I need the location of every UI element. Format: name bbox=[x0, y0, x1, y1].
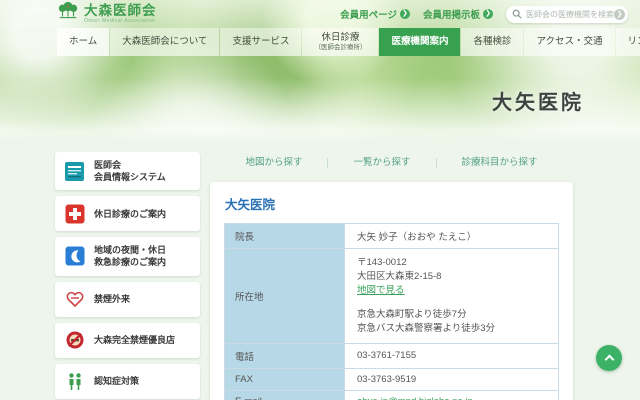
clinic-info-table: 院長 大矢 妙子（おおや たえこ） 所在地 〒143-0012 大田区大森東2-… bbox=[224, 223, 559, 400]
table-row-director: 院長 大矢 妙子（おおや たえこ） bbox=[224, 223, 559, 249]
tab-search-by-map[interactable]: 地図から探す bbox=[220, 158, 327, 168]
sidebar-item-no-smoking-shop[interactable]: 大森完全禁煙優良店 bbox=[55, 322, 200, 358]
nav-label: アクセス・交通 bbox=[536, 35, 603, 47]
nav-label: 各種検診 bbox=[473, 35, 512, 47]
no-smoking-shop-icon bbox=[64, 330, 85, 351]
content-area: 医師会会員情報システム 休日診療のご案内 地域の夜間・休日救急診療のご案内 bbox=[0, 142, 640, 400]
postal-code: 〒143-0012 bbox=[357, 257, 407, 268]
table-row-email: E-mail ohya-in@mpd.biglobe.ne.jp bbox=[224, 389, 559, 400]
sidebar-item-dementia[interactable]: 認知症対策 bbox=[55, 363, 200, 399]
tab-search-by-department[interactable]: 診療科目から探す bbox=[435, 158, 563, 168]
nav-sublabel: （医師会診療所） bbox=[314, 43, 367, 51]
nav-item-support-services[interactable]: 支援サービス bbox=[220, 28, 302, 56]
nav-label: リンク集 bbox=[627, 35, 640, 47]
site-logo[interactable]: 大森医師会 Omori Medical Association bbox=[57, 1, 157, 28]
search-tabs: 地図から探す 一覧から探す 診療科目から探す bbox=[210, 150, 573, 176]
row-label: E-mail bbox=[224, 389, 345, 400]
search-submit-button[interactable]: ❯ bbox=[614, 8, 625, 20]
phone-value: 03-3761-7155 bbox=[344, 342, 559, 369]
sidebar-item-holiday-clinic[interactable]: 休日診療のご案内 bbox=[55, 196, 200, 232]
access-info-2: 京急バス大森警察署より徒歩3分 bbox=[357, 323, 496, 335]
nav-item-about[interactable]: 大森医師会について bbox=[110, 28, 220, 56]
sidebar-item-no-smoking-clinic[interactable]: 禁煙外来 bbox=[55, 281, 200, 317]
night-emergency-icon bbox=[64, 246, 85, 267]
sidebar-item-night-emergency[interactable]: 地域の夜間・休日 救急診療のご案内 bbox=[55, 237, 200, 276]
member-page-link[interactable]: 会員用ページ ❯ bbox=[340, 7, 410, 21]
sidebar: 医師会会員情報システム 休日診療のご案内 地域の夜間・休日救急診療のご案内 bbox=[55, 152, 200, 399]
no-smoking-clinic-icon bbox=[64, 289, 85, 310]
sidebar-item-label: 禁煙外来 bbox=[94, 293, 131, 304]
logo-title: 大森医師会 bbox=[84, 2, 157, 18]
table-row-phone: 電話 03-3761-7155 bbox=[224, 342, 559, 369]
dementia-icon bbox=[64, 371, 85, 392]
holiday-clinic-icon bbox=[64, 203, 85, 224]
nav-item-home[interactable]: ホーム bbox=[57, 28, 110, 56]
header-links: 会員用ページ ❯ 会員用掲示板 ❯ ❯ bbox=[340, 5, 640, 23]
sidebar-item-label: 大森完全禁煙優良店 bbox=[94, 334, 176, 345]
search-icon bbox=[512, 9, 522, 19]
clinic-detail-card: 大矢医院 院長 大矢 妙子（おおや たえこ） 所在地 〒143-0012 大田区… bbox=[210, 182, 573, 400]
nav-item-links[interactable]: リンク集 bbox=[615, 28, 640, 56]
sidebar-item-label: 地域の夜間・休日 救急診療のご案内 bbox=[94, 245, 167, 268]
search-box: ❯ bbox=[506, 5, 628, 23]
row-label: FAX bbox=[224, 367, 345, 391]
member-page-label: 会員用ページ bbox=[340, 10, 397, 21]
row-label: 電話 bbox=[224, 342, 345, 369]
nav-item-holiday-care[interactable]: 休日診療 （医師会診療所） bbox=[302, 28, 379, 56]
search-input[interactable] bbox=[526, 9, 614, 19]
member-system-icon bbox=[64, 161, 85, 182]
row-label: 院長 bbox=[224, 223, 345, 249]
access-info-1: 京急大森町駅より徒歩7分 bbox=[357, 309, 467, 321]
nav-label: 休日診療 bbox=[321, 31, 360, 43]
row-label: 所在地 bbox=[224, 248, 345, 344]
hero-page-title: 大矢医院 bbox=[492, 92, 584, 114]
member-board-label: 会員用掲示板 bbox=[422, 10, 480, 21]
email-link[interactable]: ohya-in@mpd.biglobe.ne.jp bbox=[357, 396, 473, 400]
nav-item-access[interactable]: アクセス・交通 bbox=[524, 28, 615, 56]
scroll-to-top-button[interactable] bbox=[596, 345, 622, 371]
arrow-circle-icon: ❯ bbox=[483, 9, 493, 19]
fax-value: 03-3763-9519 bbox=[344, 367, 559, 391]
nav-label: 医療機関案内 bbox=[391, 35, 449, 47]
view-map-link[interactable]: 地図で見る bbox=[357, 285, 405, 296]
chevron-up-icon bbox=[604, 354, 614, 365]
nav-item-medical-institutions[interactable]: 医療機関案内 bbox=[379, 28, 461, 56]
street-address: 大田区大森東2-15-8 bbox=[357, 270, 442, 282]
nav-item-checkups[interactable]: 各種検診 bbox=[461, 28, 524, 56]
director-value: 大矢 妙子（おおや たえこ） bbox=[344, 223, 559, 249]
sidebar-item-member-system[interactable]: 医師会 会員情報システム bbox=[55, 152, 200, 191]
address-value: 〒143-0012 大田区大森東2-15-8 地図で見る 京急大森町駅より徒歩7… bbox=[344, 248, 559, 344]
tab-search-by-list[interactable]: 一覧から探す bbox=[327, 158, 435, 168]
sidebar-item-label: 認知症対策 bbox=[94, 375, 140, 386]
logo-subtitle: Omori Medical Association bbox=[84, 18, 156, 25]
table-row-address: 所在地 〒143-0012 大田区大森東2-15-8 地図で見る 京急大森町駅よ… bbox=[224, 248, 559, 344]
main-nav: ホーム 大森医師会について 支援サービス 休日診療 （医師会診療所） 医療機関案… bbox=[0, 28, 640, 56]
member-board-link[interactable]: 会員用掲示板 ❯ bbox=[423, 7, 493, 21]
nav-label: 支援サービス bbox=[232, 35, 290, 47]
nav-label: 大森医師会について bbox=[122, 35, 208, 47]
arrow-circle-icon: ❯ bbox=[399, 9, 410, 19]
nav-label: ホーム bbox=[69, 35, 98, 47]
sidebar-item-label: 休日診療のご案内 bbox=[94, 208, 167, 219]
clinic-name-title: 大矢医院 bbox=[225, 198, 276, 212]
site-header: 大森医師会 Omori Medical Association 会員用ページ ❯… bbox=[0, 0, 640, 28]
sidebar-item-label: 医師会 会員情報システム bbox=[94, 160, 166, 183]
table-row-fax: FAX 03-3763-9519 bbox=[224, 367, 559, 391]
logo-trees-icon bbox=[57, 1, 79, 28]
